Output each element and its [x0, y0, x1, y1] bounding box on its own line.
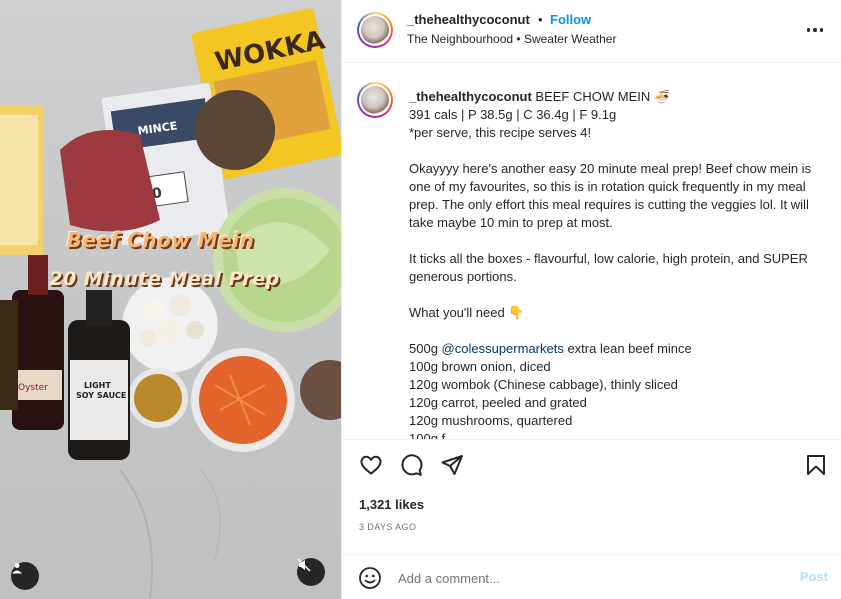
ingredient-line: 100g brown onion, diced: [409, 359, 551, 374]
post-media[interactable]: WOKKA MINCE 500: [0, 0, 341, 599]
tagged-users-button[interactable]: [11, 562, 39, 590]
ingredient-line: 120g carrot, peeled and grated: [409, 395, 587, 410]
user-icon: [12, 563, 22, 574]
mute-button[interactable]: [297, 558, 325, 586]
ingredient-line: 120g mushrooms, quartered: [409, 413, 573, 428]
ingredient-line: 120g wombok (Chinese cabbage), thinly sl…: [409, 377, 678, 392]
post-comment-button[interactable]: Post: [800, 569, 828, 584]
follow-button[interactable]: Follow: [550, 12, 591, 27]
svg-text:Oyster: Oyster: [18, 383, 48, 393]
action-bar: [342, 452, 841, 482]
comment-bar: Post: [342, 554, 841, 599]
caption-line: [409, 232, 829, 250]
bookmark-icon[interactable]: [803, 452, 829, 478]
caption-line: *per serve, this recipe serves 4!: [409, 125, 592, 140]
comment-icon[interactable]: [398, 452, 424, 478]
share-icon[interactable]: [439, 452, 465, 478]
caption-line: Okayyyy here's another easy 20 minute me…: [409, 161, 812, 230]
caption-scroll-area[interactable]: _thehealthycoconut BEEF CHOW MEIN 🍜 391 …: [342, 64, 841, 440]
caption-avatar[interactable]: [357, 82, 393, 118]
caption-line: 391 cals | P 38.5g | C 36.4g | F 9.1g: [409, 107, 617, 122]
overlay-subtitle: 20 Minute Meal Prep: [49, 268, 280, 290]
more-horizontal-icon[interactable]: [803, 20, 827, 40]
ingredient-line: 100g f...: [409, 431, 456, 440]
svg-text:SOY SAUCE: SOY SAUCE: [76, 391, 126, 400]
likes-count[interactable]: 1,321 likes: [359, 497, 424, 512]
svg-text:LIGHT: LIGHT: [84, 381, 111, 390]
post-header: _thehealthycoconut • Follow The Neighbou…: [342, 0, 841, 63]
author-username[interactable]: _thehealthycoconut: [407, 12, 530, 27]
caption-username[interactable]: _thehealthycoconut: [409, 89, 532, 104]
mention-link[interactable]: @colessupermarkets: [442, 341, 564, 356]
caption-line: It ticks all the boxes - flavourful, low…: [409, 251, 808, 284]
caption-title: BEEF CHOW MEIN 🍜: [531, 89, 671, 104]
avatar[interactable]: [357, 12, 393, 48]
caption-line: What you'll need 👇: [409, 305, 525, 320]
post-panel: _thehealthycoconut • Follow The Neighbou…: [341, 0, 841, 599]
caption-line: [409, 286, 829, 304]
caption-text: _thehealthycoconut BEEF CHOW MEIN 🍜 391 …: [409, 88, 829, 440]
caption-line: [409, 142, 829, 160]
emoji-icon[interactable]: [358, 566, 382, 590]
separator-dot: •: [538, 12, 543, 27]
post-date[interactable]: 3 DAYS AGO: [359, 522, 416, 532]
speaker-muted-icon: [297, 558, 311, 572]
audio-track-link[interactable]: The Neighbourhood • Sweater Weather: [407, 32, 616, 46]
comment-input[interactable]: [398, 567, 778, 589]
heart-icon[interactable]: [358, 452, 384, 478]
overlay-title: Beef Chow Mein: [66, 228, 255, 252]
food-photo: WOKKA MINCE 500: [0, 8, 341, 599]
caption-line: [409, 322, 829, 340]
ingredient-line: 500g @colessupermarkets extra lean beef …: [409, 341, 692, 356]
